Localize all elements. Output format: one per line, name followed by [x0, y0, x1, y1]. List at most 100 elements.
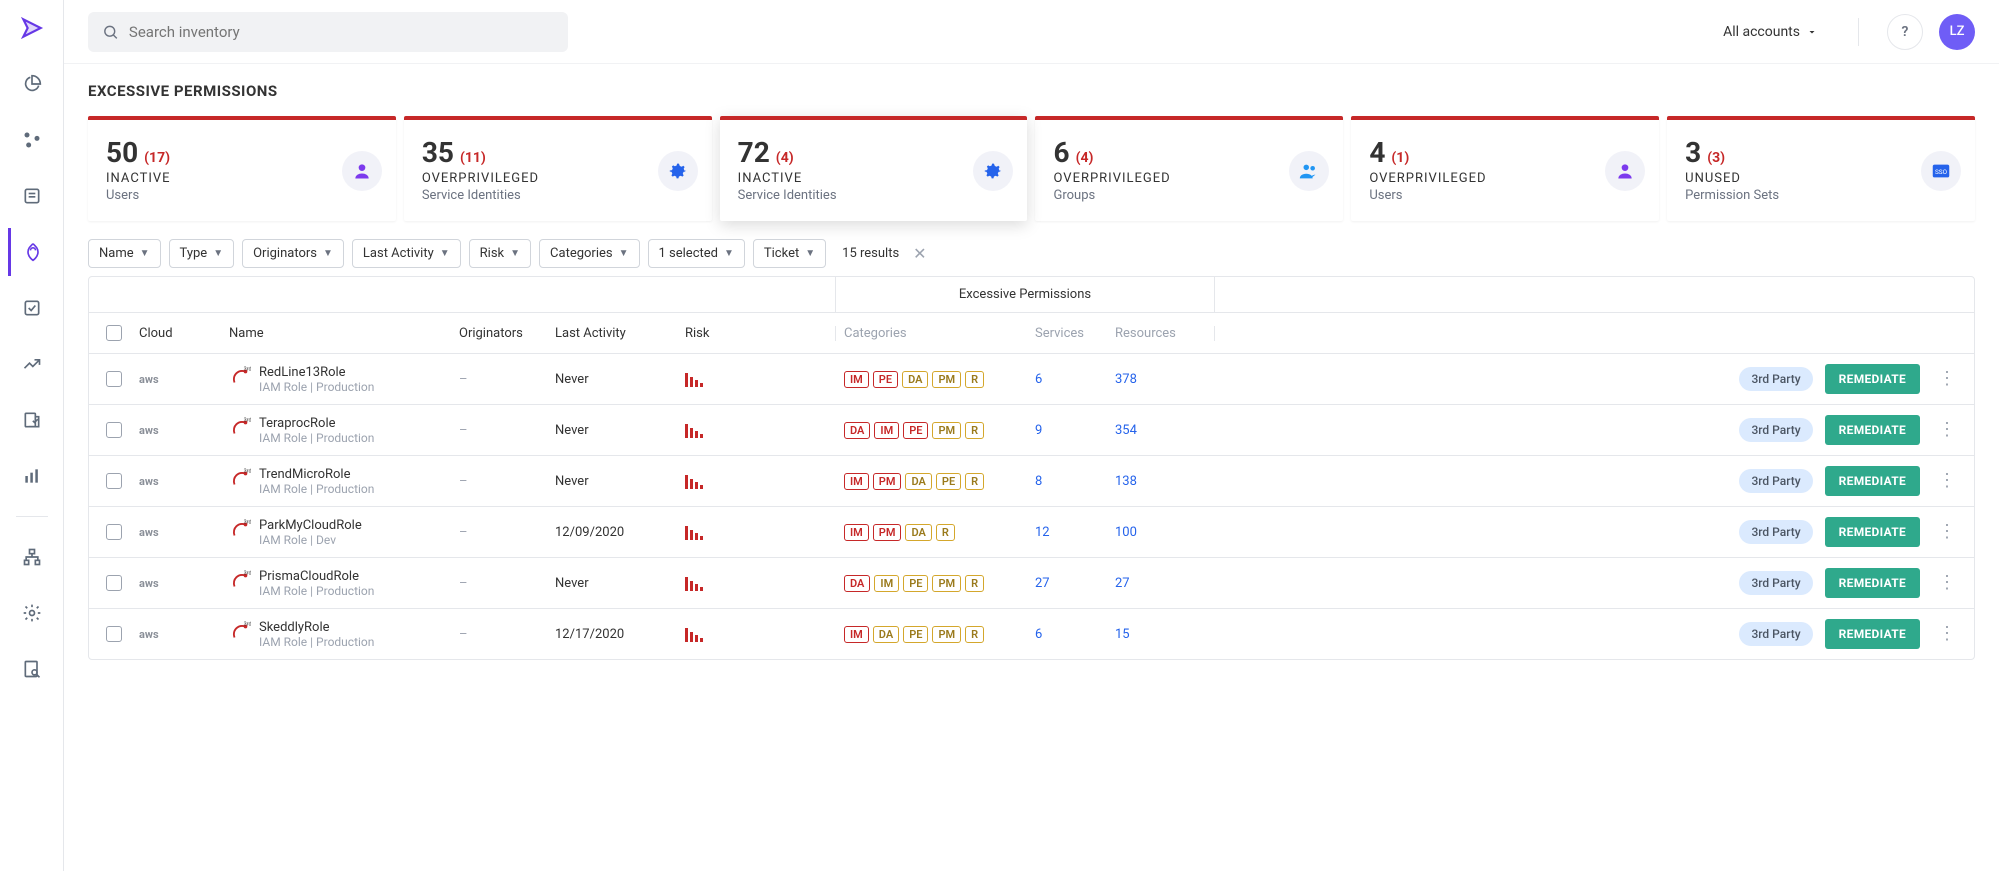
filter-categories[interactable]: Categories▼ — [539, 239, 639, 268]
nav-compliance-icon[interactable] — [8, 396, 56, 444]
chevron-down-icon: ▼ — [213, 248, 223, 259]
aws-logo-icon: aws — [139, 475, 159, 488]
summary-card[interactable]: 4(1)OVERPRIVILEGEDUsers — [1351, 116, 1659, 221]
resources-link[interactable]: 378 — [1115, 372, 1137, 387]
resources-link[interactable]: 100 — [1115, 525, 1137, 540]
help-button[interactable]: ? — [1887, 14, 1923, 50]
category-tag: R — [965, 422, 984, 439]
nav-org-icon[interactable] — [8, 533, 56, 581]
services-link[interactable]: 12 — [1035, 525, 1050, 540]
filter-last-activity[interactable]: Last Activity▼ — [352, 239, 461, 268]
select-all-checkbox[interactable] — [106, 325, 122, 341]
row-checkbox[interactable] — [106, 524, 122, 540]
summary-card[interactable]: 72(4)INACTIVEService Identities — [720, 116, 1028, 221]
remediate-button[interactable]: REMEDIATE — [1825, 415, 1920, 445]
nav-settings-icon[interactable] — [8, 589, 56, 637]
user-icon — [342, 151, 382, 191]
remediate-button[interactable]: REMEDIATE — [1825, 568, 1920, 598]
search-box[interactable] — [88, 12, 568, 52]
card-count: 6 — [1053, 136, 1069, 169]
risk-bars-icon — [685, 371, 835, 387]
filter-risk[interactable]: Risk▼ — [469, 239, 531, 268]
clear-filters-icon[interactable]: ✕ — [913, 244, 926, 263]
row-checkbox[interactable] — [106, 422, 122, 438]
resources-link[interactable]: 138 — [1115, 474, 1137, 489]
chevron-down-icon: ▼ — [140, 248, 150, 259]
remediate-button[interactable]: REMEDIATE — [1825, 619, 1920, 649]
row-menu-icon[interactable]: ⋮ — [1932, 574, 1962, 592]
summary-card[interactable]: 35(11)OVERPRIVILEGEDService Identities — [404, 116, 712, 221]
categories-cell: DAIMPEPMR — [844, 422, 1035, 439]
role-name[interactable]: TrendMicroRole — [259, 467, 374, 482]
summary-card[interactable]: 50(17)INACTIVEUsers — [88, 116, 396, 221]
search-input[interactable] — [129, 23, 554, 41]
card-delta: (1) — [1391, 150, 1409, 166]
resources-link[interactable]: 27 — [1115, 576, 1130, 591]
nav-analytics-icon[interactable] — [8, 452, 56, 500]
card-count: 72 — [738, 136, 770, 169]
card-delta: (17) — [144, 150, 170, 166]
filter-ticket[interactable]: Ticket▼ — [753, 239, 826, 268]
row-checkbox[interactable] — [106, 575, 122, 591]
svg-text:3rd: 3rd — [244, 367, 251, 373]
nav-trends-icon[interactable] — [8, 340, 56, 388]
separator — [1858, 18, 1859, 46]
account-selector[interactable]: All accounts — [1723, 24, 1818, 40]
row-menu-icon[interactable]: ⋮ — [1932, 472, 1962, 490]
category-tag: IM — [874, 575, 899, 592]
third-party-badge: 3rd Party — [1739, 418, 1812, 442]
nav-graph-icon[interactable] — [8, 116, 56, 164]
services-link[interactable]: 8 — [1035, 474, 1042, 489]
nav-search-doc-icon[interactable] — [8, 645, 56, 693]
table-row: aws 3rdSkeddlyRoleIAM Role | Production … — [89, 609, 1974, 659]
role-name[interactable]: PrismaCloudRole — [259, 569, 374, 584]
filter-originators[interactable]: Originators▼ — [242, 239, 344, 268]
services-link[interactable]: 6 — [1035, 627, 1042, 642]
role-name[interactable]: SkeddlyRole — [259, 620, 374, 635]
summary-card[interactable]: 3(3)UNUSEDPermission SetsSSO — [1667, 116, 1975, 221]
role-name[interactable]: RedLine13Role — [259, 365, 374, 380]
nav-dashboard-icon[interactable] — [8, 60, 56, 108]
category-tag: PE — [873, 371, 898, 388]
nav-permissions-icon[interactable] — [8, 228, 56, 276]
remediate-button[interactable]: REMEDIATE — [1825, 466, 1920, 496]
filter-name[interactable]: Name▼ — [88, 239, 161, 268]
row-checkbox[interactable] — [106, 371, 122, 387]
nav-checks-icon[interactable] — [8, 284, 56, 332]
resources-link[interactable]: 15 — [1115, 627, 1130, 642]
row-checkbox[interactable] — [106, 626, 122, 642]
filter-1-selected[interactable]: 1 selected▼ — [648, 239, 745, 268]
filter-type[interactable]: Type▼ — [169, 239, 235, 268]
services-link[interactable]: 6 — [1035, 372, 1042, 387]
services-link[interactable]: 27 — [1035, 576, 1050, 591]
col-services: Services — [1035, 326, 1115, 341]
categories-cell: IMPEDAPMR — [844, 371, 1035, 388]
category-tag: DA — [905, 473, 931, 490]
remediate-button[interactable]: REMEDIATE — [1825, 364, 1920, 394]
services-link[interactable]: 9 — [1035, 423, 1042, 438]
card-count: 3 — [1685, 136, 1701, 169]
user-avatar[interactable]: LZ — [1939, 14, 1975, 50]
risk-bars-icon — [685, 473, 835, 489]
row-menu-icon[interactable]: ⋮ — [1932, 421, 1962, 439]
category-tag: IM — [844, 473, 869, 490]
summary-card[interactable]: 6(4)OVERPRIVILEGEDGroups — [1035, 116, 1343, 221]
category-tag: PM — [873, 524, 902, 541]
third-party-badge: 3rd Party — [1739, 520, 1812, 544]
nav-inventory-icon[interactable] — [8, 172, 56, 220]
role-name[interactable]: TeraprocRole — [259, 416, 374, 431]
role-name[interactable]: ParkMyCloudRole — [259, 518, 362, 533]
card-label: OVERPRIVILEGED — [1053, 171, 1325, 186]
card-delta: (4) — [1076, 150, 1094, 166]
row-menu-icon[interactable]: ⋮ — [1932, 370, 1962, 388]
categories-cell: DAIMPEPMR — [844, 575, 1035, 592]
resources-link[interactable]: 354 — [1115, 423, 1137, 438]
row-checkbox[interactable] — [106, 473, 122, 489]
row-menu-icon[interactable]: ⋮ — [1932, 625, 1962, 643]
table-header-row: Cloud Name Originators Last Activity Ris… — [89, 313, 1974, 354]
col-risk: Risk — [685, 326, 835, 341]
row-menu-icon[interactable]: ⋮ — [1932, 523, 1962, 541]
last-activity-cell: 12/17/2020 — [555, 627, 685, 642]
remediate-button[interactable]: REMEDIATE — [1825, 517, 1920, 547]
risk-bars-icon — [685, 626, 835, 642]
